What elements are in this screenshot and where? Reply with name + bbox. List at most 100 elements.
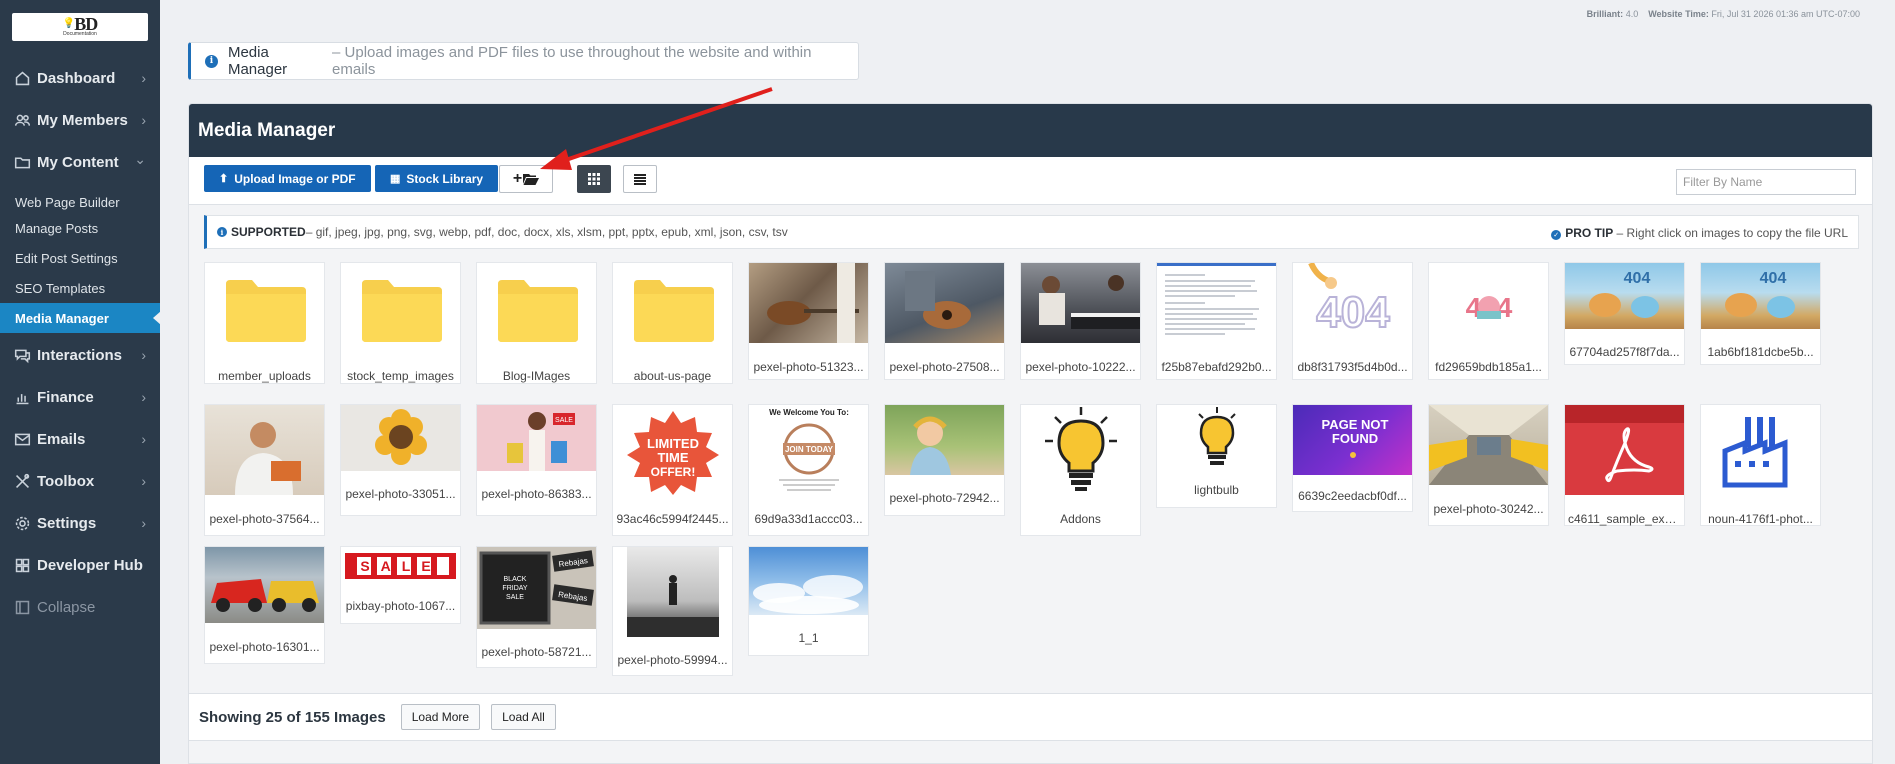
logo[interactable]: 💡BD Documentation: [12, 13, 148, 41]
svg-text:SALE: SALE: [360, 558, 441, 574]
grid-icon: [11, 557, 33, 574]
sidebar-subitem-seo-templates[interactable]: SEO Templates: [0, 273, 160, 303]
media-caption: noun-4176f1-phot...: [1708, 512, 1813, 526]
pro-tip-text: – Right click on images to copy the file…: [1613, 226, 1848, 240]
sidebar-item-finance[interactable]: Finance ›: [0, 376, 160, 418]
sidebar-item-emails[interactable]: Emails ›: [0, 418, 160, 460]
media-tile-image[interactable]: 1_1: [748, 546, 869, 656]
alert-text: – Upload images and PDF files to use thr…: [332, 44, 812, 78]
media-caption: pexel-photo-30242...: [1433, 502, 1544, 516]
sale-banner-thumbnail: SALE: [341, 547, 460, 583]
supported-formats: – gif, jpeg, jpg, png, svg, webp, pdf, d…: [305, 225, 788, 239]
sidebar-collapse[interactable]: Collapse: [0, 586, 160, 628]
sky-thumbnail: [749, 547, 868, 615]
media-tile-image[interactable]: LIMITED TIME OFFER! 93ac46c5994f2445...: [612, 404, 733, 536]
list-view-button[interactable]: [623, 165, 657, 193]
media-tile-image[interactable]: lightbulb: [1156, 404, 1277, 508]
filter-by-name-input[interactable]: [1676, 169, 1856, 195]
sidebar-subitem-media-manager[interactable]: Media Manager: [0, 303, 161, 333]
mail-icon: [11, 431, 33, 448]
limited-offer-thumbnail: LIMITED TIME OFFER!: [613, 405, 732, 495]
media-tile-image[interactable]: pexel-photo-30242...: [1428, 404, 1549, 526]
media-tile-image[interactable]: pexel-photo-10222...: [1020, 262, 1141, 380]
media-tile-image[interactable]: noun-4176f1-phot...: [1700, 404, 1821, 526]
sidebar: 💡BD Documentation Dashboard › My Members…: [0, 0, 161, 764]
media-tile-image[interactable]: 404 fd29659bdb185a1...: [1428, 262, 1549, 380]
svg-text:FOUND: FOUND: [1332, 431, 1378, 446]
sidebar-item-dashboard[interactable]: Dashboard ›: [0, 57, 160, 99]
sidebar-item-toolbox[interactable]: Toolbox ›: [0, 460, 160, 502]
404-thumbnail: 404: [1565, 263, 1684, 329]
media-tile-image[interactable]: 404 67704ad257f8f7da...: [1564, 262, 1685, 365]
sunflower-thumbnail: [341, 405, 460, 471]
media-caption: 67704ad257f8f7da...: [1569, 345, 1680, 359]
sidebar-item-my-content[interactable]: My Content ⌄: [0, 141, 160, 183]
media-caption: stock_temp_images: [347, 369, 454, 383]
media-tile-image[interactable]: pexel-photo-27508...: [884, 262, 1005, 380]
media-tile-image[interactable]: pexel-photo-33051...: [340, 404, 461, 516]
load-more-button[interactable]: Load More: [400, 704, 481, 730]
page-not-found-thumbnail: PAGE NOT FOUND: [1293, 405, 1412, 475]
sidebar-item-label: Finance: [37, 388, 94, 406]
document-thumbnail: [1157, 263, 1276, 343]
media-tile-image[interactable]: PAGE NOT FOUND 6639c2eedacbf0df...: [1292, 404, 1413, 512]
media-tile-image[interactable]: BLACK FRIDAY SALE Rebajas Rebajas pexel-phot…: [476, 546, 597, 668]
media-tile-image[interactable]: pexel-photo-16301...: [204, 546, 325, 664]
load-all-button[interactable]: Load All: [491, 704, 556, 730]
new-folder-button[interactable]: +: [499, 165, 553, 193]
photo-thumbnail: [885, 263, 1004, 343]
media-caption: member_uploads: [218, 369, 311, 383]
svg-text:FRIDAY: FRIDAY: [502, 585, 527, 592]
man-photo-thumbnail: [613, 547, 732, 637]
media-tile-image[interactable]: pexel-photo-37564...: [204, 404, 325, 536]
sidebar-item-settings[interactable]: Settings ›: [0, 502, 160, 544]
media-caption: f25b87ebafd292b0...: [1161, 360, 1272, 374]
stock-library-button[interactable]: ▦ Stock Library: [375, 165, 499, 192]
media-caption: Addons: [1060, 512, 1101, 526]
factory-icon-thumbnail: [1701, 405, 1820, 495]
sidebar-subitem-manage-posts[interactable]: Manage Posts: [0, 213, 160, 243]
black-friday-thumbnail: BLACK FRIDAY SALE Rebajas Rebajas: [477, 547, 596, 629]
sidebar-item-label: Developer Hub: [37, 556, 143, 574]
upload-icon: ⬆: [219, 173, 229, 185]
sidebar-item-developer-hub[interactable]: Developer Hub: [0, 544, 160, 586]
grid-view-button[interactable]: [577, 165, 611, 193]
lightbulb-thumbnail: [1021, 405, 1140, 495]
media-tile-image[interactable]: pexel-photo-59994...: [612, 546, 733, 676]
tools-icon: [11, 473, 33, 490]
media-tile-image[interactable]: SALE pixbay-photo-1067...: [340, 546, 461, 624]
media-tile-image[interactable]: pexel-photo-72942...: [884, 404, 1005, 516]
media-tile-folder[interactable]: about-us-page: [612, 262, 733, 384]
media-tile-folder[interactable]: member_uploads: [204, 262, 325, 384]
media-tile-folder[interactable]: stock_temp_images: [340, 262, 461, 384]
car-crash-thumbnail: [205, 547, 324, 623]
top-info: Brilliant: 4.0 Website Time: Fri, Jul 31…: [1586, 9, 1860, 19]
sidebar-item-label: Interactions: [37, 346, 123, 364]
media-tile-image[interactable]: We Welcome You To: JOIN TODAY 69d9a33d1ac…: [748, 404, 869, 536]
sidebar-item-my-members[interactable]: My Members ›: [0, 99, 160, 141]
folder-icon: [226, 280, 306, 342]
media-tile-pdf[interactable]: c4611_sample_expl...: [1564, 404, 1685, 526]
media-caption: lightbulb: [1194, 483, 1239, 497]
upload-button[interactable]: ⬆ Upload Image or PDF: [204, 165, 371, 192]
chevron-right-icon: ›: [141, 70, 146, 86]
sidebar-item-interactions[interactable]: Interactions ›: [0, 334, 160, 376]
media-tile-image[interactable]: pexel-photo-51323...: [748, 262, 869, 380]
folder-icon: [362, 280, 442, 342]
media-tile-image[interactable]: Addons: [1020, 404, 1141, 536]
sidebar-item-label: My Content: [37, 153, 119, 171]
media-tile-folder[interactable]: Blog-IMages: [476, 262, 597, 384]
sidebar-item-label: Collapse: [37, 598, 96, 616]
supported-label: SUPPORTED: [231, 225, 306, 239]
svg-text:JOIN TODAY: JOIN TODAY: [785, 445, 834, 454]
media-caption: 6639c2eedacbf0df...: [1298, 489, 1407, 503]
pagination-footer: Showing 25 of 155 Images Load More Load …: [189, 693, 1872, 741]
media-tile-image[interactable]: SALE pexel-photo-86383...: [476, 404, 597, 516]
chevron-down-icon: ⌄: [134, 151, 146, 167]
media-tile-image[interactable]: 404 db8f31793f5d4b0d...: [1292, 262, 1413, 380]
media-caption: pexel-photo-33051...: [345, 487, 456, 501]
media-tile-document[interactable]: f25b87ebafd292b0...: [1156, 262, 1277, 380]
media-caption: pexel-photo-10222...: [1025, 360, 1136, 374]
sidebar-subitem-edit-post-settings[interactable]: Edit Post Settings: [0, 243, 160, 273]
media-tile-image[interactable]: 404 1ab6bf181dcbe5b...: [1700, 262, 1821, 365]
